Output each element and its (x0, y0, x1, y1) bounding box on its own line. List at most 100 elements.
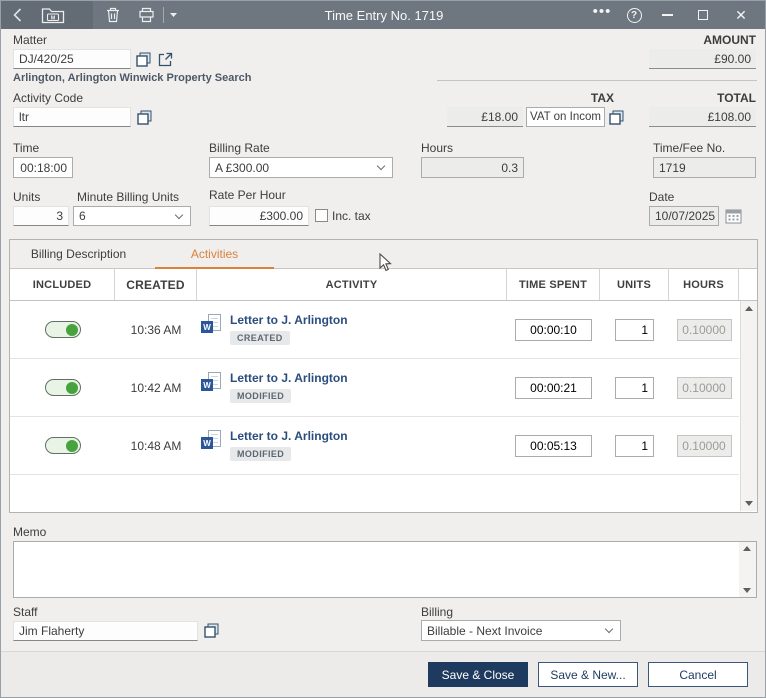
created-time: 10:36 AM (130, 322, 182, 337)
section-divider (437, 80, 757, 81)
cancel-button[interactable]: Cancel (648, 662, 748, 687)
memo-scrollbar[interactable] (739, 542, 756, 597)
word-doc-icon (201, 430, 223, 452)
table-row: 10:36 AM Letter to J. Arlington CREATED … (10, 301, 739, 359)
time-input[interactable] (13, 157, 73, 178)
minimize-button[interactable] (651, 1, 683, 29)
billing-label: Billing (421, 605, 454, 619)
minimize-icon (661, 14, 673, 16)
activity-code-copy-icon[interactable] (137, 110, 152, 125)
header-included: INCLUDED (10, 269, 115, 300)
save-close-button[interactable]: Save & Close (428, 662, 528, 687)
time-fee-no-label: Time/Fee No. (653, 141, 726, 155)
matter-copy-icon[interactable] (136, 52, 151, 67)
footer-bar: Save & Close Save & New... Cancel (1, 651, 765, 697)
row-units-input[interactable] (615, 434, 654, 457)
header-created: CREATED (115, 269, 197, 300)
tab-bar: Billing Description Activities (10, 240, 757, 269)
maximize-button[interactable] (687, 1, 719, 29)
tax-code-input[interactable] (526, 107, 605, 127)
chevron-down-icon (174, 210, 184, 219)
tax-label: TAX (590, 91, 614, 105)
scroll-down-icon[interactable] (743, 588, 751, 593)
word-doc-icon (201, 314, 223, 336)
header-hours: HOURS (669, 269, 739, 300)
status-badge: MODIFIED (230, 389, 292, 403)
billing-select[interactable]: Billable - Next Invoice (421, 620, 621, 641)
activity-code-label: Activity Code (13, 91, 84, 105)
staff-input[interactable] (13, 621, 198, 641)
units-label: Units (13, 190, 41, 204)
time-spent-input[interactable] (515, 376, 592, 399)
trash-icon (106, 7, 120, 23)
matter-folder-button[interactable]: M (33, 1, 73, 29)
time-label: Time (13, 141, 40, 155)
time-spent-input[interactable] (515, 434, 592, 457)
tab-activities[interactable]: Activities (147, 240, 282, 269)
time-spent-input[interactable] (515, 318, 592, 341)
billing-rate-select[interactable]: A £300.00 (209, 157, 393, 178)
billing-value: Billable - Next Invoice (427, 623, 543, 638)
rate-per-hour-input[interactable] (209, 206, 309, 226)
table-row: 10:48 AM Letter to J. Arlington MODIFIED… (10, 417, 739, 475)
row-hours-value: 0.10000 (676, 318, 732, 341)
back-button[interactable] (7, 1, 27, 29)
included-toggle[interactable] (44, 321, 81, 338)
delete-button[interactable] (101, 1, 125, 29)
open-matter-icon[interactable] (158, 52, 173, 67)
scroll-up-icon[interactable] (743, 546, 751, 551)
time-entry-window: M Time Entry No. 1719 ••• ? ✕ Matter DJ/… (0, 0, 766, 698)
chevron-left-icon (12, 8, 22, 22)
matter-input[interactable] (13, 49, 131, 69)
activities-panel: Billing Description Activities INCLUDED … (9, 239, 758, 513)
help-button[interactable]: ? (621, 1, 647, 29)
table-scrollbar[interactable] (740, 301, 757, 511)
print-dropdown-button[interactable] (165, 1, 181, 29)
titlebar-divider (163, 7, 164, 23)
included-toggle[interactable] (44, 379, 81, 396)
billing-rate-value: A £300.00 (215, 160, 270, 175)
amount-label: AMOUNT (703, 33, 756, 47)
staff-copy-icon[interactable] (204, 623, 219, 638)
inc-tax-label: Inc. tax (332, 209, 371, 223)
date-value: 10/07/2025 (649, 206, 719, 226)
row-hours-value: 0.10000 (676, 434, 732, 457)
close-button[interactable]: ✕ (723, 1, 759, 29)
activity-title[interactable]: Letter to J. Arlington (230, 313, 348, 327)
billing-rate-label: Billing Rate (209, 141, 270, 155)
row-units-input[interactable] (615, 376, 654, 399)
activity-title[interactable]: Letter to J. Arlington (230, 371, 348, 385)
more-options-button[interactable]: ••• (589, 1, 615, 29)
matter-description: Arlington, Arlington Winwick Property Se… (13, 72, 252, 84)
time-fee-no-value: 1719 (653, 157, 756, 178)
print-button[interactable] (133, 1, 159, 29)
status-badge: CREATED (230, 331, 290, 345)
total-value: £108.00 (649, 107, 756, 127)
tax-amount-value: £18.00 (447, 107, 523, 127)
titlebar: M Time Entry No. 1719 ••• ? ✕ (1, 1, 765, 29)
header-time-spent: TIME SPENT (507, 269, 600, 300)
row-hours-value: 0.10000 (676, 376, 732, 399)
word-doc-icon (201, 372, 223, 394)
units-input[interactable] (13, 206, 69, 226)
created-time: 10:42 AM (130, 380, 182, 395)
ellipsis-icon: ••• (592, 2, 612, 20)
date-label: Date (649, 190, 675, 204)
minute-billing-units-select[interactable]: 6 (73, 206, 191, 226)
amount-value: £90.00 (649, 49, 756, 69)
tab-billing-description[interactable]: Billing Description (10, 240, 147, 268)
included-toggle[interactable] (44, 437, 81, 454)
tax-code-copy-icon[interactable] (609, 110, 624, 125)
calendar-icon[interactable] (725, 208, 742, 224)
inc-tax-checkbox[interactable] (315, 209, 328, 222)
activity-code-input[interactable] (13, 107, 131, 127)
maximize-icon (698, 10, 708, 20)
caret-down-icon (169, 13, 177, 17)
save-new-button[interactable]: Save & New... (538, 662, 638, 687)
memo-input[interactable] (13, 541, 757, 598)
hours-value: 0.3 (421, 157, 524, 178)
scroll-up-icon[interactable] (745, 306, 753, 311)
row-units-input[interactable] (615, 318, 654, 341)
scroll-down-icon[interactable] (745, 501, 753, 506)
activity-title[interactable]: Letter to J. Arlington (230, 429, 348, 443)
